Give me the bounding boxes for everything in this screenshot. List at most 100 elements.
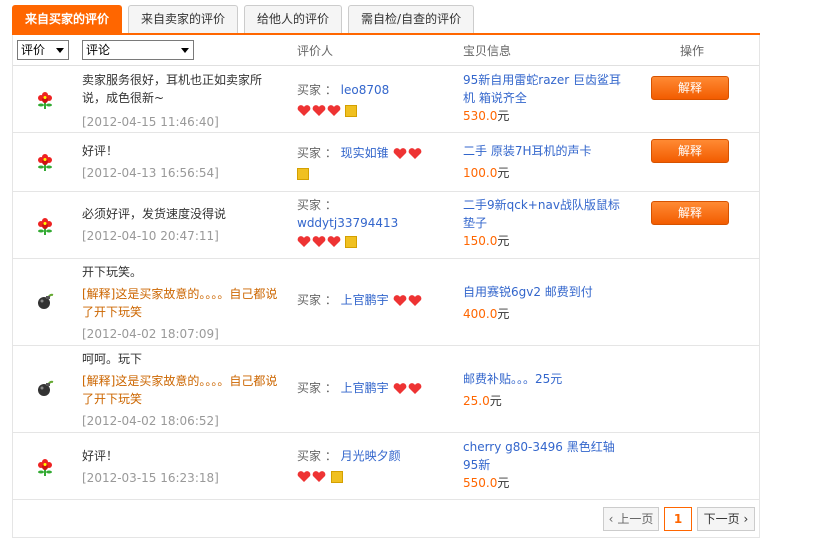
chevron-left-icon: ‹ xyxy=(608,512,614,526)
price-unit: 元 xyxy=(497,307,510,321)
comment-time: [2012-04-02 18:06:52] xyxy=(82,414,219,428)
seller-reply: [解释]这是买家故意的。。。。自己都说了开下玩笑 xyxy=(82,287,278,319)
buyer-name-link[interactable]: leo8708 xyxy=(341,83,390,97)
credit-hearts-icon xyxy=(393,382,423,395)
credit-hearts-icon xyxy=(297,235,341,248)
item-cell: cherry g80-3496 黑色红轴 95新 550.0元 xyxy=(463,438,623,492)
comment-cell: 卖家服务很好，耳机也正如卖家所说，成色很新~ [2012-04-15 11:46… xyxy=(82,71,282,131)
verified-badge-icon xyxy=(344,235,357,248)
price-unit: 元 xyxy=(489,394,502,408)
item-title-link[interactable]: 95新自用雷蛇razer 巨齿鲨耳机 箱说齐全 xyxy=(463,71,623,107)
review-tabs: 来自买家的评价 来自卖家的评价 给他人的评价 需自检/自查的评价 xyxy=(12,5,475,34)
comment-text: 卖家服务很好，耳机也正如卖家所说，成色很新~ xyxy=(82,73,263,105)
col-reviewer: 评价人 xyxy=(297,44,334,58)
table-header: 评价 评论 评价人 宝贝信息 操作 xyxy=(13,35,759,66)
credit-hearts-icon xyxy=(393,294,423,307)
buyer-name-link[interactable]: 现实如锥 xyxy=(341,146,389,160)
prev-page-label: 上一页 xyxy=(617,512,654,526)
col-item: 宝贝信息 xyxy=(463,44,512,58)
buyer-label: 买家 ： xyxy=(297,381,337,395)
credit-hearts-icon xyxy=(393,147,423,160)
bomb-icon xyxy=(35,291,55,311)
comment-filter-select[interactable]: 评论 xyxy=(82,40,194,60)
buyer-label: 买家 ： xyxy=(297,293,337,307)
comment-text: 好评！ xyxy=(82,449,119,463)
buyer-name-link[interactable]: 月光映夕颜 xyxy=(341,449,401,463)
next-page-button[interactable]: 下一页 › xyxy=(697,507,755,531)
item-price: 100.0 xyxy=(463,166,498,180)
buyer-cell: 买家 ： wddytj33794413 xyxy=(297,196,447,250)
tab-from-sellers[interactable]: 来自卖家的评价 xyxy=(128,5,239,34)
seller-reply: [解释]这是买家故意的。。。。自己都说了开下玩笑 xyxy=(82,374,278,406)
table-row: 呵呵。玩下 [解释]这是买家故意的。。。。自己都说了开下玩笑 [2012-04-… xyxy=(13,346,759,433)
tab-self-check[interactable]: 需自检/自查的评价 xyxy=(348,5,475,34)
buyer-name-link[interactable]: 上官鹏宇 xyxy=(341,381,389,395)
chevron-down-icon xyxy=(181,48,189,53)
comment-time: [2012-04-13 16:56:54] xyxy=(82,166,219,180)
verified-badge-icon xyxy=(330,470,343,483)
next-page-label: 下一页 xyxy=(703,512,740,526)
comment-text: 开下玩笑。 xyxy=(82,265,143,279)
flower-icon xyxy=(35,90,55,110)
rating-filter-value: 评价 xyxy=(21,43,46,57)
comment-cell: 呵呵。玩下 [解释]这是买家故意的。。。。自己都说了开下玩笑 [2012-04-… xyxy=(82,350,282,430)
pagination: ‹ 上一页 1 下一页 › xyxy=(12,500,760,538)
price-unit: 元 xyxy=(497,234,510,248)
table-row: 好评！ [2012-04-13 16:56:54] 买家 ： 现实如锥 二手 原… xyxy=(13,133,759,192)
buyer-label: 买家 ： xyxy=(297,449,337,463)
buyer-cell: 买家 ： 上官鹏宇 xyxy=(297,379,447,397)
item-price: 150.0 xyxy=(463,234,498,248)
buyer-label: 买家 ： xyxy=(297,83,337,97)
buyer-cell: 买家 ： 月光映夕颜 xyxy=(297,447,447,485)
explain-button[interactable]: 解释 xyxy=(651,201,729,225)
buyer-label: 买家 ： xyxy=(297,146,337,160)
flower-icon xyxy=(35,152,55,172)
item-cell: 邮费补贴。。。25元 25.0元 xyxy=(463,370,623,410)
verified-badge-icon xyxy=(344,104,357,117)
item-title-link[interactable]: 二手9新qck+nav战队版鼠标垫子 xyxy=(463,196,623,232)
prev-page-button[interactable]: ‹ 上一页 xyxy=(603,507,659,531)
table-row: 开下玩笑。 [解释]这是买家故意的。。。。自己都说了开下玩笑 [2012-04-… xyxy=(13,259,759,346)
comment-cell: 开下玩笑。 [解释]这是买家故意的。。。。自己都说了开下玩笑 [2012-04-… xyxy=(82,263,282,343)
comment-time: [2012-04-15 11:46:40] xyxy=(82,115,219,129)
tab-from-buyers[interactable]: 来自买家的评价 xyxy=(12,5,123,34)
buyer-name-link[interactable]: wddytj33794413 xyxy=(297,214,447,232)
comment-time: [2012-04-10 20:47:11] xyxy=(82,229,219,243)
price-unit: 元 xyxy=(497,166,510,180)
comment-filter-value: 评论 xyxy=(86,43,111,57)
explain-button[interactable]: 解释 xyxy=(651,76,729,100)
comment-cell: 好评！ [2012-03-15 16:23:18] xyxy=(82,447,282,487)
buyer-label: 买家 ： xyxy=(297,198,337,212)
item-price: 550.0 xyxy=(463,476,498,490)
comment-text: 呵呵。玩下 xyxy=(82,352,143,366)
item-cell: 95新自用雷蛇razer 巨齿鲨耳机 箱说齐全 530.0元 xyxy=(463,71,623,125)
credit-hearts-icon xyxy=(297,104,341,117)
current-page[interactable]: 1 xyxy=(664,507,692,531)
item-title-link[interactable]: 二手 原装7H耳机的声卡 xyxy=(463,142,623,160)
price-unit: 元 xyxy=(497,476,510,490)
item-cell: 二手 原装7H耳机的声卡 100.0元 xyxy=(463,142,623,182)
item-cell: 自用赛锐6gv2 邮费到付 400.0元 xyxy=(463,283,623,323)
flower-icon xyxy=(35,457,55,477)
comment-cell: 必须好评，发货速度没得说 [2012-04-10 20:47:11] xyxy=(82,205,282,245)
credit-hearts-icon xyxy=(297,470,327,483)
col-action: 操作 xyxy=(680,44,705,58)
tab-to-others[interactable]: 给他人的评价 xyxy=(244,5,343,34)
comment-time: [2012-03-15 16:23:18] xyxy=(82,471,219,485)
item-price: 400.0 xyxy=(463,307,498,321)
price-unit: 元 xyxy=(497,109,510,123)
flower-icon xyxy=(35,216,55,236)
explain-button[interactable]: 解释 xyxy=(651,139,729,163)
table-row: 好评！ [2012-03-15 16:23:18] 买家 ： 月光映夕颜 che… xyxy=(13,433,759,500)
table-row: 必须好评，发货速度没得说 [2012-04-10 20:47:11] 买家 ： … xyxy=(13,192,759,259)
comment-text: 必须好评，发货速度没得说 xyxy=(82,207,227,221)
chevron-right-icon: › xyxy=(743,512,749,526)
item-title-link[interactable]: 邮费补贴。。。25元 xyxy=(463,370,623,388)
comment-cell: 好评！ [2012-04-13 16:56:54] xyxy=(82,142,282,182)
rating-filter-select[interactable]: 评价 xyxy=(17,40,69,60)
item-title-link[interactable]: 自用赛锐6gv2 邮费到付 xyxy=(463,283,623,301)
item-title-link[interactable]: cherry g80-3496 黑色红轴 95新 xyxy=(463,438,623,474)
item-price: 25.0 xyxy=(463,394,490,408)
buyer-cell: 买家 ： leo8708 xyxy=(297,81,447,119)
buyer-name-link[interactable]: 上官鹏宇 xyxy=(341,293,389,307)
